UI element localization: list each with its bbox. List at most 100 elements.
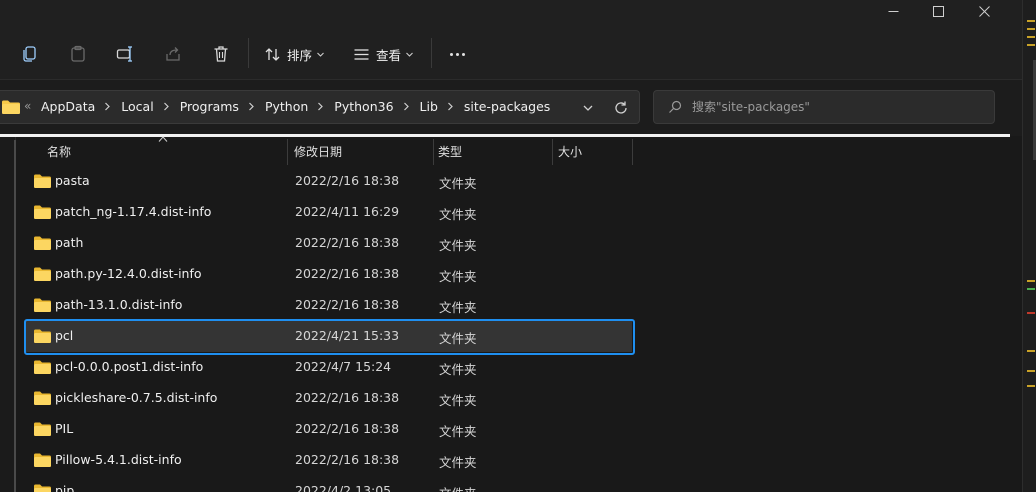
file-row[interactable]: PIL 2022/2/16 18:38 文件夹 [26, 414, 632, 445]
paste-button[interactable] [64, 40, 92, 68]
file-type: 文件夹 [439, 393, 477, 408]
breadcrumb-item[interactable]: AppData [41, 99, 95, 114]
address-row: « AppData Local Programs Python Python36… [0, 80, 1022, 136]
file-row[interactable]: pcl-0.0.0.post1.dist-info 2022/4/7 15:24… [26, 352, 632, 383]
file-name: path [55, 235, 84, 250]
chevron-right-icon[interactable] [447, 102, 454, 111]
breadcrumb-item[interactable]: Programs [180, 99, 239, 114]
file-type: 文件夹 [439, 483, 477, 492]
breadcrumb-overflow[interactable]: « [24, 99, 31, 113]
file-modified: 2022/2/16 18:38 [295, 390, 400, 405]
file-row[interactable]: path-13.1.0.dist-info 2022/2/16 18:38 文件… [26, 290, 632, 321]
refresh-icon[interactable] [613, 100, 629, 116]
view-list-icon [354, 48, 369, 60]
file-row[interactable]: path 2022/2/16 18:38 文件夹 [26, 228, 632, 259]
view-button[interactable]: 查看 [353, 42, 414, 66]
file-row[interactable]: pip 2022/4/2 13:05 文件夹 [26, 476, 632, 492]
chevron-right-icon[interactable] [317, 102, 324, 111]
delete-button[interactable] [207, 40, 235, 68]
minimize-button[interactable] [870, 0, 916, 22]
more-dot-icon [461, 52, 465, 56]
search-box[interactable] [653, 90, 995, 124]
column-header-label: 类型 [438, 144, 463, 159]
breadcrumb-item-current[interactable]: site-packages [464, 99, 550, 114]
file-name: pcl-0.0.0.post1.dist-info [55, 359, 204, 374]
breadcrumb-item[interactable]: Python36 [334, 99, 393, 114]
more-dot-icon [449, 52, 453, 56]
file-modified: 2022/2/16 18:38 [295, 297, 400, 312]
search-input[interactable] [692, 97, 982, 117]
folder-icon [2, 100, 20, 114]
breadcrumb-item[interactable]: Lib [420, 99, 438, 114]
breadcrumb-item[interactable]: Python [265, 99, 308, 114]
column-header-type[interactable]: 类型 [438, 137, 462, 165]
breadcrumb: AppData Local Programs Python Python36 L… [41, 99, 550, 114]
rename-icon [116, 46, 132, 62]
column-header-name[interactable]: 名称 [47, 137, 71, 165]
file-type: 文件夹 [439, 424, 477, 439]
maximize-button[interactable] [915, 0, 961, 22]
minimap-marker [1027, 20, 1035, 22]
chevron-right-icon[interactable] [104, 102, 111, 111]
chevron-right-icon[interactable] [403, 102, 410, 111]
breadcrumb-item[interactable]: Local [121, 99, 153, 114]
file-type: 文件夹 [439, 207, 477, 222]
rename-button[interactable] [111, 40, 139, 68]
column-divider[interactable] [287, 139, 288, 165]
toolbar-separator [431, 38, 432, 68]
chevron-down-icon[interactable] [581, 101, 595, 115]
more-options-button[interactable] [444, 42, 470, 66]
share-button[interactable] [159, 40, 187, 68]
copy-button[interactable] [16, 40, 44, 68]
column-divider[interactable] [552, 139, 553, 165]
file-type: 文件夹 [439, 331, 477, 346]
file-row[interactable]: path.py-12.4.0.dist-info 2022/2/16 18:38… [26, 259, 632, 290]
minimap-marker [1027, 36, 1035, 38]
column-header-label: 名称 [47, 144, 72, 159]
chevron-right-icon[interactable] [248, 102, 255, 111]
file-row[interactable]: pickleshare-0.7.5.dist-info 2022/2/16 18… [26, 383, 632, 414]
file-name: patch_ng-1.17.4.dist-info [55, 204, 212, 219]
file-name: pcl [55, 328, 74, 343]
file-modified: 2022/2/16 18:38 [295, 266, 400, 281]
file-type: 文件夹 [439, 176, 477, 191]
address-bar[interactable]: « AppData Local Programs Python Python36… [0, 90, 640, 124]
column-header-label: 修改日期 [294, 144, 343, 159]
chevron-right-icon[interactable] [163, 102, 170, 111]
column-headers: 名称 修改日期 类型 大小 [16, 136, 1016, 165]
sort-ascending-icon [158, 136, 168, 142]
minimap-marker [1027, 312, 1035, 314]
file-modified: 2022/4/7 15:24 [295, 359, 392, 374]
column-header-modified[interactable]: 修改日期 [294, 137, 342, 165]
close-button[interactable] [961, 0, 1007, 22]
file-name: path.py-12.4.0.dist-info [55, 266, 202, 281]
more-dot-icon [455, 52, 459, 56]
file-row[interactable]: pasta 2022/2/16 18:38 文件夹 [26, 166, 632, 197]
file-name: PIL [55, 421, 74, 436]
file-type: 文件夹 [439, 269, 477, 284]
search-icon [669, 100, 682, 113]
minimap-marker [1027, 288, 1035, 290]
file-row[interactable]: Pillow-5.4.1.dist-info 2022/2/16 18:38 文… [26, 445, 632, 476]
sort-button[interactable]: 排序 [264, 42, 325, 66]
folder-icon [34, 267, 51, 281]
minimap-marker [1027, 385, 1035, 387]
file-modified: 2022/2/16 18:38 [295, 452, 400, 467]
column-divider[interactable] [433, 139, 434, 165]
title-bar [0, 0, 1022, 22]
file-modified: 2022/4/21 15:33 [295, 328, 400, 343]
column-header-size[interactable]: 大小 [558, 137, 582, 165]
copy-icon [23, 46, 36, 62]
paste-icon [71, 45, 85, 62]
chevron-down-icon [406, 52, 413, 57]
file-row-selected[interactable]: pcl 2022/4/21 15:33 文件夹 [26, 321, 632, 352]
file-row[interactable]: patch_ng-1.17.4.dist-info 2022/4/11 16:2… [26, 197, 632, 228]
file-type: 文件夹 [439, 238, 477, 253]
file-name: Pillow-5.4.1.dist-info [55, 452, 182, 467]
folder-icon [34, 453, 51, 467]
minimap-marker [1027, 280, 1035, 282]
column-divider[interactable] [632, 139, 633, 165]
file-name: pip [55, 483, 75, 492]
folder-icon [34, 360, 51, 374]
folder-icon [34, 484, 51, 492]
